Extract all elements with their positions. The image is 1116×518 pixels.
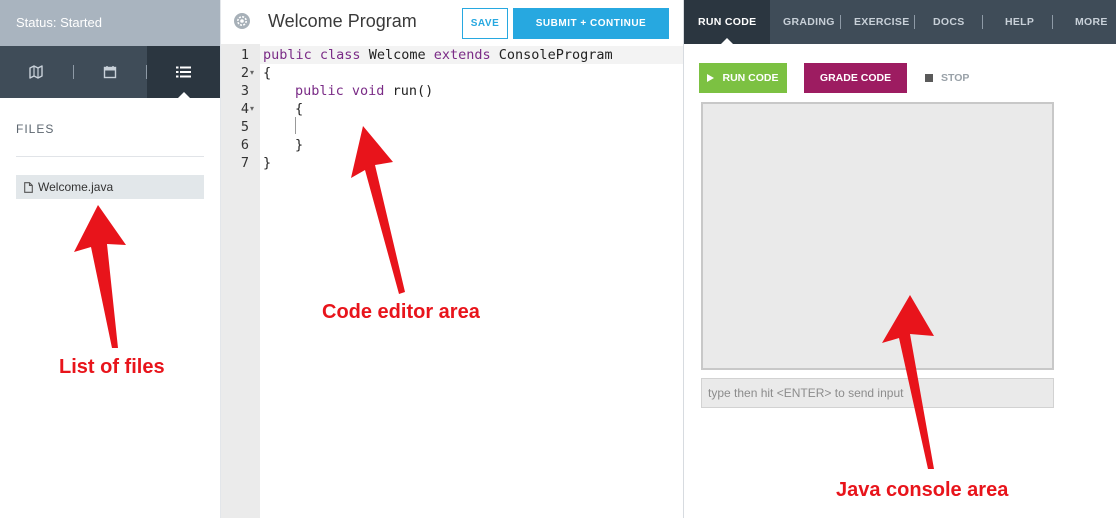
annotation-label: Java console area (836, 479, 1009, 501)
tab-run-code[interactable]: RUN CODE (684, 0, 771, 44)
grade-code-button[interactable]: GRADE CODE (804, 63, 907, 93)
code-line: } (295, 137, 304, 153)
submit-continue-button[interactable]: SUBMIT + CONTINUE (513, 8, 669, 39)
sidebar-tab-calendar[interactable] (74, 46, 147, 98)
run-code-label: RUN CODE (722, 72, 779, 84)
files-divider (16, 156, 204, 157)
code-line: { (295, 101, 304, 117)
gear-icon[interactable] (233, 12, 251, 30)
tab-exercise[interactable]: EXERCISE (854, 0, 910, 44)
file-name: Welcome.java (38, 180, 114, 194)
file-item[interactable]: Welcome.java (16, 175, 204, 199)
file-icon (24, 181, 33, 193)
fold-toggle-icon[interactable]: ▾ (250, 64, 254, 82)
tab-divider (914, 15, 915, 29)
run-code-button[interactable]: RUN CODE (699, 63, 787, 93)
sidebar-tab-files[interactable] (147, 46, 221, 98)
stop-icon (925, 74, 933, 82)
tab-divider (1052, 15, 1053, 29)
tab-divider (982, 15, 983, 29)
code-line: public void run() (295, 83, 434, 99)
tab-grading[interactable]: GRADING (783, 0, 835, 44)
tab-more[interactable]: MORE (1075, 0, 1108, 44)
save-button[interactable]: SAVE (462, 8, 508, 39)
code-text-area[interactable]: public class Welcome extends ConsoleProg… (260, 44, 683, 518)
play-icon (707, 74, 715, 82)
line-number-gutter: 1 2 ▾ 3 4 ▾ 5 6 7 (221, 44, 260, 518)
sidebar-nav (0, 46, 221, 98)
line-number: 3 (240, 83, 249, 99)
console-input-field[interactable]: type then hit <ENTER> to send input (701, 378, 1054, 408)
tab-docs[interactable]: DOCS (933, 0, 965, 44)
tab-divider (840, 15, 841, 29)
code-line: { (263, 65, 272, 81)
line-number: 7 (240, 155, 249, 171)
line-number: 6 (240, 137, 249, 153)
sidebar-tab-map[interactable] (0, 46, 73, 98)
stop-button[interactable]: STOP (925, 63, 969, 93)
java-console-output[interactable] (701, 102, 1054, 370)
program-title: Welcome Program (268, 11, 417, 31)
line-number: 1 (240, 47, 249, 63)
map-icon (29, 65, 44, 79)
annotation-label: List of files (59, 356, 165, 378)
tab-help[interactable]: HELP (1005, 0, 1034, 44)
annotation-label: Code editor area (322, 301, 480, 323)
status-text: Status: Started (0, 0, 220, 46)
line-number: 4 (240, 101, 249, 117)
text-cursor (295, 117, 296, 134)
editor-header: Welcome Program SAVE SUBMIT + CONTINUE (221, 0, 683, 44)
code-line: } (263, 155, 272, 171)
fold-toggle-icon[interactable]: ▾ (250, 100, 254, 118)
line-number: 2 (240, 65, 249, 81)
stop-label: STOP (941, 72, 970, 84)
file-sidebar: Status: Started FILES Welcome.java (0, 0, 221, 518)
code-editor-panel: Welcome Program SAVE SUBMIT + CONTINUE 1… (221, 0, 683, 518)
calendar-icon (103, 66, 117, 79)
list-icon (176, 66, 192, 78)
files-heading: FILES (16, 122, 55, 136)
code-line: public class Welcome extends ConsoleProg… (263, 47, 613, 63)
run-panel: RUN CODE GRADING EXERCISE DOCS HELP MORE… (683, 0, 1116, 518)
line-number: 5 (240, 119, 249, 135)
right-tab-bar: RUN CODE GRADING EXERCISE DOCS HELP MORE (684, 0, 1116, 44)
